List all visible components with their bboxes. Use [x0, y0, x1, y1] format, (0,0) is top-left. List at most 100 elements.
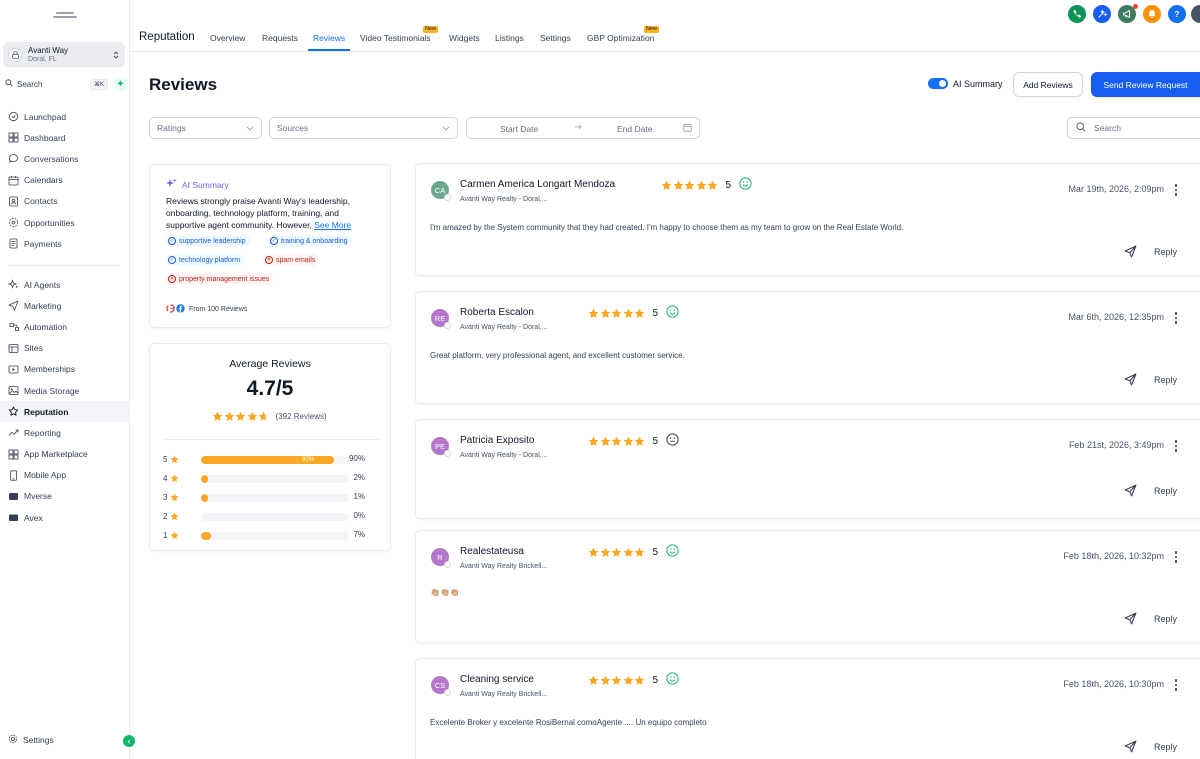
sidebar-item-media-storage[interactable]: Media Storage: [0, 380, 130, 401]
progress-bar: 90%: [201, 456, 349, 464]
sidebar-item-automation[interactable]: Automation: [0, 316, 130, 337]
sidebar-item-reporting[interactable]: Reporting: [0, 422, 130, 443]
review-card: PE Patricia Exposito Avanti Way Realty - D…: [415, 419, 1200, 519]
account-switcher[interactable]: Avanti Way Doral, FL: [3, 42, 125, 67]
sparkle-icon: [166, 178, 177, 191]
sidebar-item-settings[interactable]: Settings: [8, 734, 54, 746]
sources-filter[interactable]: Sources: [269, 117, 458, 139]
ai-summary-card: AI Summary Reviews strongly praise Avant…: [149, 164, 391, 328]
sidebar-item-reputation[interactable]: Reputation: [0, 401, 130, 423]
collapse-sidebar-icon[interactable]: ‹: [123, 735, 135, 747]
star-icon: [170, 512, 179, 521]
sidebar-item-label: Mverse: [24, 491, 52, 502]
star-icon: [588, 436, 599, 447]
sidebar-item-label: Conversations: [24, 153, 79, 164]
reply-button[interactable]: Reply: [1124, 612, 1177, 625]
tab-video-testimonials[interactable]: Video Testimonials: [360, 33, 431, 43]
star-icon: [661, 180, 672, 191]
review-search-input[interactable]: Search: [1067, 117, 1200, 139]
reviewer-avatar: CA: [431, 181, 451, 201]
review-date: Feb 18th, 2026, 10:30pm: [1063, 679, 1164, 689]
new-badge: New: [644, 26, 660, 33]
more-options-icon[interactable]: [1173, 312, 1179, 324]
sidebar-item-memberships[interactable]: Memberships: [0, 359, 130, 380]
phone-icon[interactable]: [1068, 5, 1086, 23]
tab-listings[interactable]: Listings: [495, 33, 524, 43]
sidebar-item-marketing[interactable]: Marketing: [0, 295, 130, 316]
sidebar-item-conversations[interactable]: Conversations: [0, 148, 130, 169]
sidebar-item-mobile-app[interactable]: Mobile App: [0, 465, 130, 486]
see-more-link[interactable]: See More: [314, 220, 351, 230]
bell-icon[interactable]: [1143, 5, 1161, 23]
star-icon: [707, 180, 718, 191]
sidebar-item-mverse[interactable]: Mverse: [0, 486, 130, 507]
sidebar-item-contacts[interactable]: Contacts: [0, 191, 130, 212]
reply-button[interactable]: Reply: [1124, 484, 1177, 497]
add-reviews-button[interactable]: Add Reviews: [1013, 72, 1083, 97]
ratings-filter[interactable]: Ratings: [149, 117, 262, 139]
tag-label: spam emails: [276, 256, 316, 264]
more-options-icon[interactable]: [1173, 440, 1179, 452]
review-text: I'm amazed by the System community that …: [430, 223, 904, 232]
tab-gbp-optimization[interactable]: GBP Optimization: [587, 33, 654, 43]
progress-bar: [201, 513, 349, 521]
sidebar-search[interactable]: Search: [3, 77, 90, 91]
sidebar-item-label: Dashboard: [24, 132, 66, 143]
star-icon: [611, 675, 622, 686]
start-date-input[interactable]: Start Date: [500, 124, 538, 134]
sidebar-item-sites[interactable]: Sites: [0, 338, 130, 359]
review-date: Mar 6th, 2026, 12:35pm: [1068, 312, 1164, 322]
sidebar-item-app-marketplace[interactable]: App Marketplace: [0, 444, 130, 465]
more-options-icon[interactable]: [1173, 184, 1179, 196]
reply-button[interactable]: Reply: [1124, 245, 1177, 258]
review-rating: 5: [588, 672, 679, 688]
reply-label: Reply: [1153, 246, 1177, 257]
date-range-picker[interactable]: Start Date End Date: [466, 117, 700, 139]
send-icon: [1124, 245, 1137, 258]
help-icon[interactable]: ?: [1168, 5, 1186, 23]
more-options-icon[interactable]: [1173, 551, 1179, 563]
memberships-icon: [8, 364, 19, 375]
tag-chip-positive: ✓ training & onboarding: [268, 235, 352, 247]
sidebar-item-opportunities[interactable]: Opportunities: [0, 212, 130, 233]
more-options-icon[interactable]: [1173, 679, 1179, 691]
sidebar-item-dashboard[interactable]: Dashboard: [0, 127, 130, 148]
new-badge: New: [423, 26, 439, 33]
progress-bar: [201, 494, 349, 502]
rating-level: 3: [163, 493, 187, 502]
ai-summary-toggle[interactable]: AI Summary: [928, 78, 1003, 89]
send-review-request-button[interactable]: Send Review Request: [1091, 72, 1200, 97]
star-icon: [170, 493, 179, 502]
reply-label: Reply: [1153, 374, 1177, 385]
sidebar-item-payments[interactable]: Payments: [0, 233, 130, 254]
tab-settings[interactable]: Settings: [540, 33, 571, 43]
reply-button[interactable]: Reply: [1124, 740, 1177, 753]
section-title: Reputation: [139, 31, 195, 43]
quick-action-icon[interactable]: ✦: [114, 77, 127, 91]
magic-icon[interactable]: [1093, 5, 1111, 23]
end-date-input[interactable]: End Date: [617, 124, 652, 134]
star-icon: [623, 675, 634, 686]
review-text: Great platform, very professional agent,…: [430, 351, 685, 360]
tab-overview[interactable]: Overview: [210, 33, 245, 43]
sidebar-item-avex[interactable]: Avex: [0, 507, 130, 528]
rating-percent: 2%: [353, 473, 365, 482]
sidebar-item-label: Launchpad: [24, 111, 67, 122]
tab-widgets[interactable]: Widgets: [449, 33, 480, 43]
tab-reviews[interactable]: Reviews: [313, 33, 345, 43]
contacts-icon: [8, 196, 19, 207]
search-icon: [5, 79, 13, 89]
reply-button[interactable]: Reply: [1124, 373, 1177, 386]
sidebar-item-calendars[interactable]: Calendars: [0, 170, 130, 191]
nav-main: Launchpad Dashboard Conversations Calendars…: [0, 106, 130, 254]
tab-requests[interactable]: Requests: [262, 33, 298, 43]
tag-label: property management issues: [179, 275, 270, 283]
nav-divider: [8, 265, 120, 266]
review-date: Mar 19th, 2026, 2:09pm: [1068, 184, 1164, 194]
sidebar-item-label: Opportunities: [24, 217, 75, 228]
reviewer-name: Cleaning service: [460, 674, 534, 685]
star-icon: [170, 474, 179, 483]
toggle-switch[interactable]: [928, 78, 948, 89]
sidebar-item-ai-agents[interactable]: AI Agents: [0, 274, 130, 295]
sidebar-item-launchpad[interactable]: Launchpad: [0, 106, 130, 127]
